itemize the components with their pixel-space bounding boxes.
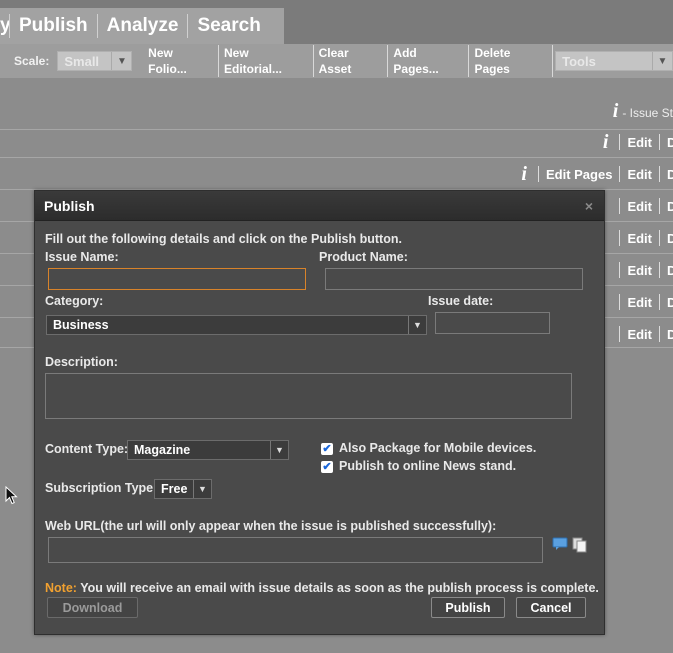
edit-pages-link[interactable]: Edit Pages [546,167,612,182]
row-divider [0,157,673,158]
table-row-actions: Edit D [612,223,673,253]
description-textarea[interactable] [45,373,572,419]
info-icon: i [612,100,619,122]
table-row-actions: i Edit Pages Edit D [521,159,673,189]
delete-link[interactable]: D [667,231,673,246]
table-row-actions: Edit D [612,255,673,285]
note-text: You will receive an email with issue det… [76,581,599,595]
note-label: Note: [45,581,77,595]
publish-note: Note: You will receive an email with iss… [45,581,599,595]
mobile-package-option: ✔ Also Package for Mobile devices. [321,441,536,455]
row-divider [0,129,673,130]
scale-select[interactable]: Small ▼ [57,51,133,71]
delete-link[interactable]: D [667,327,673,342]
clear-asset-button[interactable]: Clear Asset [314,45,389,77]
chevron-down-icon: ▼ [111,52,131,70]
copy-icon[interactable] [572,537,588,553]
scale-select-value: Small [64,53,100,69]
issue-name-label: Issue Name: [45,250,119,264]
newsstand-checkbox[interactable]: ✔ [321,460,333,473]
comment-icon[interactable] [552,537,568,551]
info-icon[interactable]: i [521,163,527,186]
chevron-down-icon: ▼ [270,441,288,459]
content-type-select[interactable]: Magazine ▼ [127,440,289,460]
delete-link[interactable]: D [667,199,673,214]
mobile-package-checkbox[interactable]: ✔ [321,442,333,455]
issue-date-input[interactable] [435,312,550,334]
nav-tab-search[interactable]: Search [188,14,269,38]
table-row-actions: Edit D [612,287,673,317]
chevron-down-icon: ▼ [408,316,426,334]
newsstand-option: ✔ Publish to online News stand. [321,459,516,473]
scale-label: Scale: [14,54,50,68]
mouse-cursor-icon [5,486,18,505]
dialog-title: Publish [44,197,95,214]
content-type-select-value: Magazine [134,443,191,457]
description-label: Description: [45,355,118,369]
nav-tabs: y Publish Analyze Search [0,8,284,44]
toolbar: Scale: Small ▼ New Folio... New Editoria… [0,44,673,78]
issue-name-input[interactable] [48,268,306,290]
top-nav: y Publish Analyze Search [0,0,673,44]
delete-link[interactable]: D [667,135,673,150]
table-row-actions: i Edit D [603,127,673,157]
issue-date-label: Issue date: [428,294,494,308]
close-icon[interactable]: × [585,198,593,214]
dialog-body: Fill out the following details and click… [35,221,604,635]
product-name-label: Product Name: [319,250,408,264]
download-button[interactable]: Download [47,597,138,618]
web-url-label: Web URL(the url will only appear when th… [45,519,497,533]
delete-link[interactable]: D [667,167,673,182]
mobile-package-label: Also Package for Mobile devices. [339,441,537,455]
category-select-value: Business [53,318,109,332]
category-select[interactable]: Business ▼ [46,315,427,335]
subscription-type-select[interactable]: Free ▼ [154,479,212,499]
edit-link[interactable]: Edit [627,263,652,278]
delete-link[interactable]: D [667,295,673,310]
category-label: Category: [45,294,104,308]
newsstand-label: Publish to online News stand. [339,459,517,473]
nav-tab-partial[interactable]: y [0,14,10,38]
subscription-type-label: Subscription Type: [45,481,158,495]
new-editorial-button[interactable]: New Editorial... [219,45,314,77]
content-type-label: Content Type: [45,442,129,456]
edit-link[interactable]: Edit [627,231,652,246]
publish-dialog: Publish × Fill out the following details… [34,190,605,635]
cancel-button[interactable]: Cancel [516,597,586,618]
subscription-type-select-value: Free [161,482,188,496]
publish-button[interactable]: Publish [431,597,505,618]
add-pages-button[interactable]: Add Pages... [388,45,470,77]
edit-link[interactable]: Edit [627,295,652,310]
edit-link[interactable]: Edit [627,327,652,342]
info-icon[interactable]: i [603,131,609,154]
dialog-titlebar[interactable]: Publish × [35,191,604,221]
chevron-down-icon: ▼ [652,52,672,70]
tools-select[interactable]: Tools ▼ [555,51,673,71]
delete-link[interactable]: D [667,263,673,278]
new-folio-button[interactable]: New Folio... [143,45,219,77]
nav-tab-analyze[interactable]: Analyze [98,14,189,38]
tools-select-value: Tools [562,53,596,69]
table-row-actions: Edit D [612,191,673,221]
delete-pages-button[interactable]: Delete Pages [469,45,554,77]
issue-status-label: - Issue St [622,106,673,120]
edit-link[interactable]: Edit [627,167,652,182]
dialog-intro: Fill out the following details and click… [45,232,402,246]
product-name-input[interactable] [325,268,583,290]
issue-status-legend: i - Issue St [613,100,673,123]
edit-link[interactable]: Edit [627,199,652,214]
nav-tab-publish[interactable]: Publish [10,14,98,38]
table-row-actions: Edit D [612,319,673,349]
web-url-input[interactable] [48,537,543,563]
edit-link[interactable]: Edit [627,135,652,150]
chevron-down-icon: ▼ [193,480,211,498]
